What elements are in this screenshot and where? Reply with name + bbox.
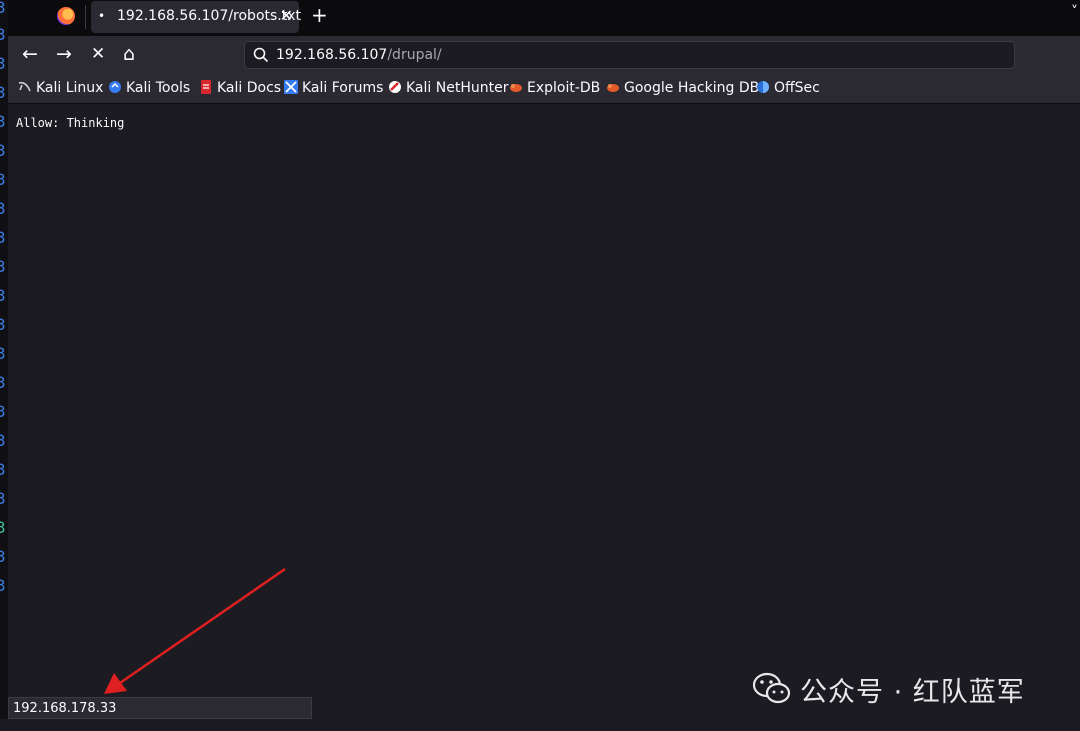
- tab-strip: • 192.168.56.107/robots.txt ✕ + ˅: [8, 0, 1080, 36]
- url-host: 192.168.56.107: [276, 47, 388, 63]
- home-button[interactable]: ⌂: [123, 44, 135, 64]
- bookmark-label: Kali Forums: [302, 80, 384, 96]
- bookmark-kali-docs[interactable]: Kali Docs: [199, 80, 281, 96]
- forward-button[interactable]: →: [56, 44, 72, 64]
- search-icon: [253, 47, 269, 63]
- offsec-icon: [757, 81, 769, 93]
- bookmark-label: Kali Docs: [217, 80, 282, 96]
- bookmark-label: Exploit-DB: [527, 80, 601, 96]
- back-button[interactable]: ←: [22, 44, 38, 64]
- bookmark-kali-nethunter[interactable]: Kali NetHunter: [388, 80, 508, 96]
- url-bar[interactable]: 192.168.56.107/drupal/: [244, 41, 1015, 69]
- tab-loading-dot-icon: •: [98, 9, 106, 23]
- bottom-edge: [0, 719, 1080, 731]
- url-text[interactable]: 192.168.56.107/drupal/: [276, 47, 442, 63]
- nethunter-icon: [389, 81, 401, 93]
- bookmark-kali-forums[interactable]: Kali Forums: [284, 80, 383, 96]
- bookmark-label: Google Hacking DB: [624, 80, 760, 96]
- bookmark-google-hacking-db[interactable]: Google Hacking DB: [606, 80, 759, 96]
- firefox-icon[interactable]: [57, 7, 75, 25]
- watermark-text: 公众号 · 红队蓝军: [800, 677, 1025, 708]
- ghdb-icon: [607, 84, 619, 92]
- tab-robots-txt[interactable]: • 192.168.56.107/robots.txt ✕: [91, 1, 302, 33]
- kali-docs-icon: [201, 80, 211, 94]
- bookmark-label: Kali Tools: [126, 80, 191, 96]
- exploit-db-icon: [510, 84, 522, 92]
- page-content: Allow: Thinking: [8, 104, 1080, 731]
- bookmarks-toolbar: Kali Linux Kali Tools Kali Docs Kali For…: [8, 74, 1080, 104]
- tab-close-icon[interactable]: ✕: [280, 6, 293, 25]
- bookmark-kali-linux[interactable]: Kali Linux: [18, 80, 103, 96]
- navigation-toolbar: ← → ✕ ⌂ 192.168.56.107/drupal/: [8, 36, 1080, 74]
- wechat-icon: [752, 672, 791, 704]
- kali-forums-icon: [284, 80, 298, 94]
- bookmark-label: Kali Linux: [36, 80, 104, 96]
- bookmark-label: OffSec: [774, 80, 820, 96]
- url-path: /drupal/: [387, 47, 442, 63]
- bookmark-exploit-db[interactable]: Exploit-DB: [509, 80, 600, 96]
- kali-dragon-icon: [18, 81, 31, 92]
- screen: 333 333 333 333 333 333 333 • 192.168.56…: [0, 0, 1080, 731]
- robots-txt-text: Allow: Thinking: [16, 116, 125, 130]
- kali-tools-icon: [109, 81, 121, 93]
- bookmark-offsec[interactable]: OffSec: [756, 80, 820, 96]
- list-all-tabs-icon[interactable]: ˅: [1071, 4, 1078, 20]
- bookmark-kali-tools[interactable]: Kali Tools: [108, 80, 190, 96]
- left-edge-editor-gutter: 333 333 333 333 333 333 333: [0, 0, 8, 731]
- bookmark-label: Kali NetHunter: [406, 80, 509, 96]
- new-tab-button[interactable]: +: [311, 3, 328, 27]
- status-bar: 192.168.178.33: [8, 697, 312, 719]
- tab-title: 192.168.56.107/robots.txt: [117, 8, 302, 24]
- tab-divider: [85, 5, 86, 29]
- status-url-text: 192.168.178.33: [13, 701, 117, 716]
- stop-button[interactable]: ✕: [91, 44, 105, 64]
